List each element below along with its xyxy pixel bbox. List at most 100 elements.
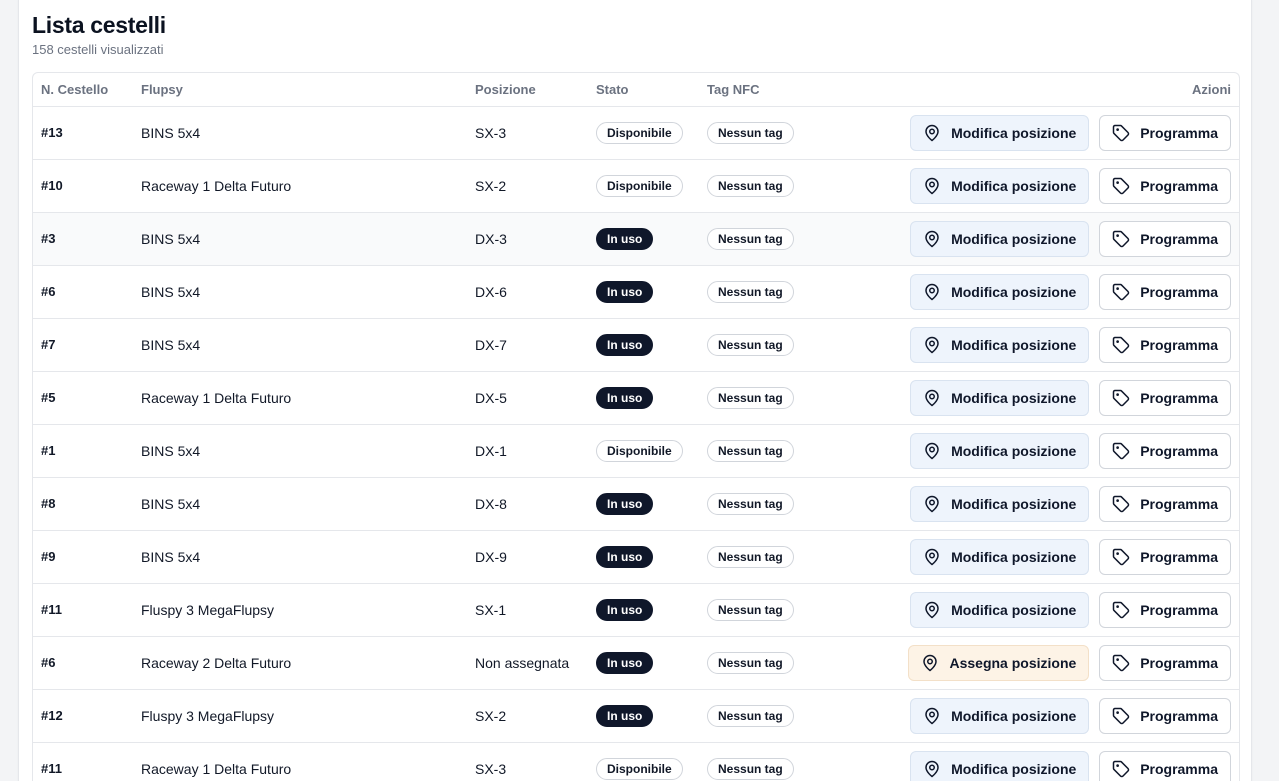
baskets-card: Lista cestelli 158 cestelli visualizzati…: [18, 0, 1252, 781]
edit-position-button[interactable]: Modifica posizione: [910, 432, 1090, 469]
actions-cell: Modifica posizione Programma: [819, 318, 1239, 371]
program-nfc-button[interactable]: Programma: [1099, 326, 1231, 363]
program-button-label: Programma: [1140, 230, 1218, 247]
map-pin-icon: [925, 548, 939, 565]
map-pin-icon: [925, 389, 939, 406]
status-badge: Disponibile: [596, 757, 683, 780]
actions-cell: Modifica posizione Programma: [819, 477, 1239, 530]
edit-position-button[interactable]: Modifica posizione: [910, 326, 1090, 363]
position-button-label: Modifica posizione: [951, 601, 1077, 618]
edit-position-button[interactable]: Modifica posizione: [910, 485, 1090, 522]
nfc-tag-badge: Nessun tag: [707, 333, 794, 356]
basket-number: #6: [41, 284, 56, 299]
program-nfc-button[interactable]: Programma: [1099, 644, 1231, 681]
table-row[interactable]: #3 BINS 5x4 DX-3 In uso Nessun tag Modif…: [33, 212, 1239, 265]
nfc-tag-badge: Nessun tag: [707, 174, 794, 197]
status-cell: In uso: [588, 318, 699, 371]
flupsy-name: BINS 5x4: [141, 495, 201, 512]
table-row[interactable]: #6 Raceway 2 Delta Futuro Non assegnata …: [33, 636, 1239, 689]
tag-icon: [1112, 389, 1130, 406]
map-pin-icon: [925, 177, 939, 194]
actions-cell: Modifica posizione Programma: [819, 424, 1239, 477]
nfc-tag-badge: Nessun tag: [707, 757, 794, 780]
program-button-label: Programma: [1140, 548, 1218, 565]
edit-position-button[interactable]: Modifica posizione: [910, 750, 1090, 781]
table-row[interactable]: #1 BINS 5x4 DX-1 Disponibile Nessun tag …: [33, 424, 1239, 477]
program-nfc-button[interactable]: Programma: [1099, 591, 1231, 628]
table-row[interactable]: #8 BINS 5x4 DX-8 In uso Nessun tag Modif…: [33, 477, 1239, 530]
actions-cell: Modifica posizione Programma: [819, 265, 1239, 318]
position-button-label: Modifica posizione: [951, 124, 1077, 141]
basket-number: #7: [41, 337, 56, 352]
column-header-nfc[interactable]: Tag NFC: [699, 73, 819, 107]
nfc-tag-badge: Nessun tag: [707, 492, 794, 515]
basket-position: Non assegnata: [475, 654, 570, 671]
table-row[interactable]: #12 Fluspy 3 MegaFlupsy SX-2 In uso Ness…: [33, 689, 1239, 742]
program-nfc-button[interactable]: Programma: [1099, 379, 1231, 416]
nfc-cell: Nessun tag: [699, 689, 819, 742]
basket-number: #1: [41, 443, 56, 458]
table-row[interactable]: #7 BINS 5x4 DX-7 In uso Nessun tag Modif…: [33, 318, 1239, 371]
program-nfc-button[interactable]: Programma: [1099, 697, 1231, 734]
table-row[interactable]: #11 Raceway 1 Delta Futuro SX-3 Disponib…: [33, 742, 1239, 781]
tag-icon: [1112, 495, 1130, 512]
program-nfc-button[interactable]: Programma: [1099, 273, 1231, 310]
edit-position-button[interactable]: Modifica posizione: [910, 538, 1090, 575]
edit-position-button[interactable]: Modifica posizione: [910, 697, 1090, 734]
map-pin-icon: [925, 283, 939, 300]
status-cell: Disponibile: [588, 159, 699, 212]
edit-position-button[interactable]: Modifica posizione: [910, 220, 1090, 257]
nfc-tag-badge: Nessun tag: [707, 386, 794, 409]
program-nfc-button[interactable]: Programma: [1099, 114, 1231, 151]
nfc-tag-badge: Nessun tag: [707, 227, 794, 250]
status-badge: In uso: [596, 227, 654, 250]
basket-position: SX-1: [475, 601, 507, 618]
program-button-label: Programma: [1140, 707, 1218, 724]
tag-icon: [1112, 654, 1130, 671]
position-button-label: Modifica posizione: [951, 760, 1077, 777]
table-header-row: N. Cestello Flupsy Posizione Stato Tag N…: [33, 73, 1239, 107]
table-row[interactable]: #11 Fluspy 3 MegaFlupsy SX-1 In uso Ness…: [33, 583, 1239, 636]
edit-position-button[interactable]: Modifica posizione: [910, 114, 1090, 151]
program-button-label: Programma: [1140, 177, 1218, 194]
table-row[interactable]: #5 Raceway 1 Delta Futuro DX-5 In uso Ne…: [33, 371, 1239, 424]
edit-position-button[interactable]: Modifica posizione: [910, 167, 1090, 204]
tag-icon: [1112, 548, 1130, 565]
assign-position-button[interactable]: Assegna posizione: [908, 644, 1090, 681]
position-button-label: Modifica posizione: [951, 283, 1077, 300]
program-nfc-button[interactable]: Programma: [1099, 485, 1231, 522]
status-cell: Disponibile: [588, 424, 699, 477]
position-button-label: Modifica posizione: [951, 707, 1077, 724]
edit-position-button[interactable]: Modifica posizione: [910, 273, 1090, 310]
nfc-tag-badge: Nessun tag: [707, 651, 794, 674]
map-pin-icon: [925, 230, 939, 247]
nfc-tag-badge: Nessun tag: [707, 121, 794, 144]
flupsy-name: Fluspy 3 MegaFlupsy: [141, 707, 275, 724]
basket-number: #3: [41, 231, 56, 246]
table-row[interactable]: #9 BINS 5x4 DX-9 In uso Nessun tag Modif…: [33, 530, 1239, 583]
table-row[interactable]: #6 BINS 5x4 DX-6 In uso Nessun tag Modif…: [33, 265, 1239, 318]
edit-position-button[interactable]: Modifica posizione: [910, 379, 1090, 416]
program-nfc-button[interactable]: Programma: [1099, 220, 1231, 257]
flupsy-name: Raceway 2 Delta Futuro: [141, 654, 292, 671]
program-nfc-button[interactable]: Programma: [1099, 432, 1231, 469]
nfc-cell: Nessun tag: [699, 159, 819, 212]
column-header-num[interactable]: N. Cestello: [33, 73, 133, 107]
column-header-position[interactable]: Posizione: [467, 73, 588, 107]
actions-cell: Modifica posizione Programma: [819, 212, 1239, 265]
table-row[interactable]: #10 Raceway 1 Delta Futuro SX-2 Disponib…: [33, 159, 1239, 212]
nfc-cell: Nessun tag: [699, 106, 819, 159]
program-nfc-button[interactable]: Programma: [1099, 167, 1231, 204]
column-header-status[interactable]: Stato: [588, 73, 699, 107]
program-nfc-button[interactable]: Programma: [1099, 750, 1231, 781]
status-cell: In uso: [588, 371, 699, 424]
map-pin-icon: [925, 601, 939, 618]
program-button-label: Programma: [1140, 442, 1218, 459]
flupsy-name: Raceway 1 Delta Futuro: [141, 389, 292, 406]
tag-icon: [1112, 230, 1130, 247]
program-nfc-button[interactable]: Programma: [1099, 538, 1231, 575]
status-badge: Disponibile: [596, 439, 683, 462]
edit-position-button[interactable]: Modifica posizione: [910, 591, 1090, 628]
column-header-flupsy[interactable]: Flupsy: [133, 73, 467, 107]
table-row[interactable]: #13 BINS 5x4 SX-3 Disponibile Nessun tag…: [33, 106, 1239, 159]
